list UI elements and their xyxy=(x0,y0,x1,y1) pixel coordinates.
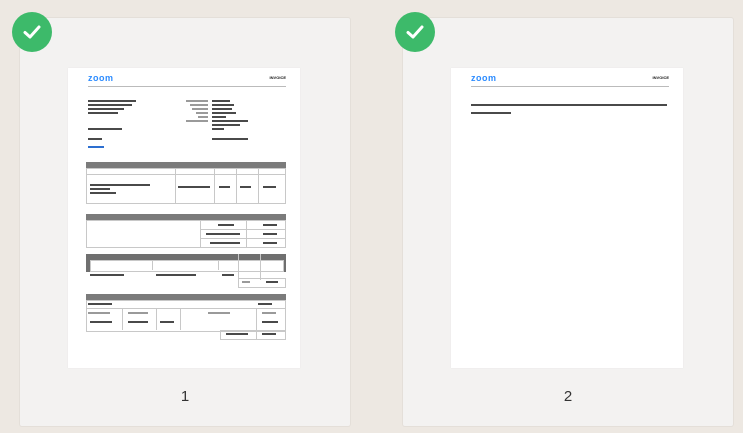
summary-table xyxy=(86,220,286,248)
zoom-logo: zoom xyxy=(88,73,114,83)
header-rule xyxy=(88,86,286,87)
check-circle-icon xyxy=(395,12,435,52)
page-thumbnail-1[interactable]: zoom INVOICE 1 xyxy=(12,12,350,426)
check-circle-icon xyxy=(12,12,52,52)
page-thumbnail-2[interactable]: zoom INVOICE 2 xyxy=(395,12,733,426)
page-preview-1: zoom INVOICE xyxy=(68,68,300,368)
zoom-logo: zoom xyxy=(471,73,497,83)
page-number-1: 1 xyxy=(180,388,190,405)
header-rule xyxy=(471,86,669,87)
page-number-2: 2 xyxy=(563,388,573,405)
contact-text xyxy=(88,138,102,140)
email-link[interactable] xyxy=(88,146,104,148)
invoice-title: INVOICE xyxy=(269,75,286,80)
bill-to-text xyxy=(88,128,122,130)
invoice-title: INVOICE xyxy=(652,75,669,80)
contact-info xyxy=(212,138,248,140)
page-preview-2: zoom INVOICE xyxy=(451,68,683,368)
